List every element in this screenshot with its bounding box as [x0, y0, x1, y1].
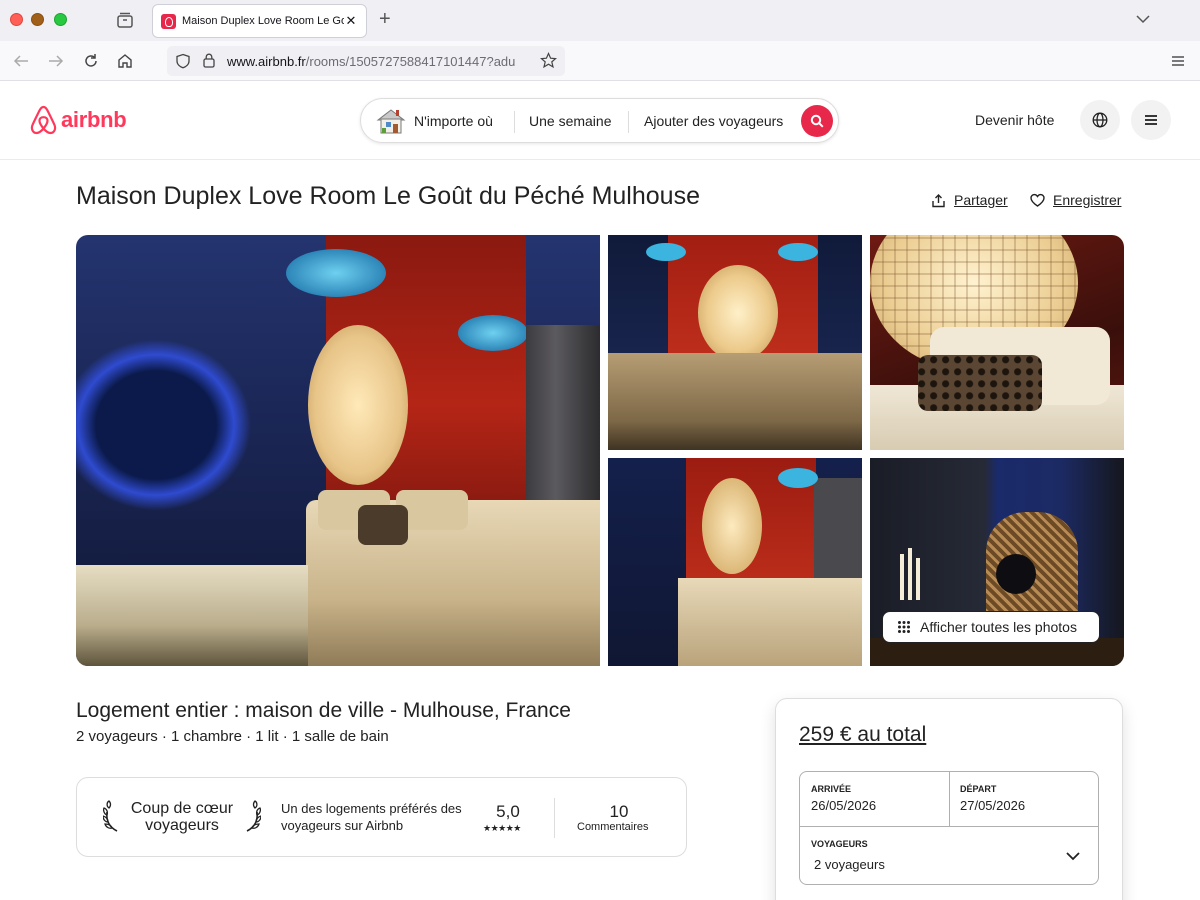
tab-title: Maison Duplex Love Room Le Goût du Péché…: [182, 15, 344, 27]
guest-favorite-description: Un des logements préférés des voyageurs …: [281, 801, 462, 833]
guests-label: VOYAGEURS: [811, 839, 868, 849]
photo-detail: [908, 548, 912, 600]
show-all-photos-button[interactable]: Afficher toutes les photos: [882, 611, 1100, 643]
photo-detail: [678, 578, 862, 666]
banner-divider: [554, 798, 555, 838]
chevron-down-icon[interactable]: [1136, 12, 1150, 26]
checkout-value: 27/05/2026: [960, 798, 1026, 813]
share-button[interactable]: Partager: [931, 192, 1008, 208]
photo-detail: [358, 505, 408, 545]
window-zoom-button[interactable]: [54, 13, 67, 26]
show-all-photos-label: Afficher toutes les photos: [920, 619, 1077, 635]
browser-menu-icon[interactable]: [1171, 54, 1185, 68]
url-host: www.airbnb.fr: [227, 54, 306, 69]
back-arrow-icon[interactable]: [12, 52, 30, 70]
guest-favorite-title: Coup de cœur voyageurs: [130, 800, 234, 834]
total-price[interactable]: 259 € au total: [799, 723, 926, 747]
review-label[interactable]: Commentaires: [577, 821, 649, 833]
guests-value: 2 voyageurs: [814, 857, 885, 872]
become-host-link[interactable]: Devenir hôte: [975, 112, 1054, 128]
heart-icon: [1030, 193, 1045, 207]
listing-photo-3[interactable]: [870, 235, 1124, 450]
home-icon[interactable]: [116, 52, 134, 70]
globe-icon: [1092, 112, 1108, 128]
listing-type-heading: Logement entier : maison de ville - Mulh…: [76, 699, 571, 722]
window-minimize-button[interactable]: [31, 13, 44, 26]
search-bar[interactable]: N'importe où Une semaine Ajouter des voy…: [360, 98, 839, 143]
search-who[interactable]: Ajouter des voyageurs: [644, 113, 783, 129]
photo-detail: [916, 558, 920, 600]
lock-icon[interactable]: [201, 52, 217, 69]
share-label: Partager: [954, 192, 1008, 208]
photo-detail: [698, 265, 778, 361]
browser-tab-active[interactable]: Maison Duplex Love Room Le Goût du Péché…: [152, 4, 367, 38]
listing-details: 2 voyageurs · 1 chambre · 1 lit · 1 sall…: [76, 728, 389, 745]
search-divider: [628, 111, 629, 133]
chevron-down-icon[interactable]: [1066, 851, 1080, 861]
photo-detail: [646, 243, 686, 261]
url-path: /rooms/1505727588417101447?adu: [305, 54, 516, 69]
checkin-value: 26/05/2026: [811, 798, 877, 813]
language-button[interactable]: [1080, 100, 1120, 140]
browser-tab-bar: Maison Duplex Love Room Le Goût du Péché…: [0, 0, 1200, 41]
house-icon: [376, 109, 406, 134]
airbnb-logo[interactable]: airbnb: [29, 104, 127, 136]
logo-text: airbnb: [61, 107, 127, 132]
browser-nav-bar: www.airbnb.fr/rooms/1505727588417101447?…: [0, 41, 1200, 81]
search-divider: [514, 111, 515, 133]
window-close-button[interactable]: [10, 13, 23, 26]
forward-arrow-icon[interactable]: [47, 52, 65, 70]
menu-icon: [1145, 115, 1157, 125]
photo-detail: [286, 249, 386, 297]
checkout-label: DÉPART: [960, 784, 997, 794]
tab-overview-icon[interactable]: [116, 11, 134, 29]
listing-photo-4[interactable]: [608, 458, 862, 666]
save-label: Enregistrer: [1053, 192, 1122, 208]
rating-stars: ★★★★★: [483, 823, 521, 833]
booking-card: 259 € au total ARRIVÉE 26/05/2026 DÉPART…: [775, 698, 1123, 900]
user-menu-button[interactable]: [1131, 100, 1171, 140]
grid-icon: [898, 621, 910, 633]
search-icon: [810, 114, 824, 128]
rating-value: 5,0: [496, 802, 520, 821]
share-icon: [932, 193, 945, 207]
laurel-right-icon: [246, 800, 261, 832]
site-header: airbnb N'importe où Une semaine Ajouter …: [0, 81, 1200, 160]
reload-icon[interactable]: [82, 52, 100, 70]
photo-detail: [76, 565, 308, 666]
shield-icon[interactable]: [175, 53, 191, 69]
checkout-field[interactable]: DÉPART 27/05/2026: [949, 772, 1099, 827]
photo-detail: [996, 554, 1036, 594]
listing-photo-main[interactable]: [76, 235, 600, 666]
guest-favorite-banner[interactable]: Coup de cœur voyageurs Un des logements …: [76, 777, 687, 857]
search-when[interactable]: Une semaine: [529, 113, 612, 129]
listing-photo-2[interactable]: [608, 235, 862, 450]
bookmark-star-icon[interactable]: [540, 52, 557, 69]
photo-detail: [918, 355, 1042, 411]
photo-detail: [608, 353, 862, 450]
review-count[interactable]: 10: [601, 802, 637, 822]
save-button[interactable]: Enregistrer: [1030, 192, 1121, 208]
new-tab-button[interactable]: +: [379, 9, 391, 29]
photo-detail: [702, 478, 762, 574]
checkin-label: ARRIVÉE: [811, 784, 852, 794]
airbnb-favicon-icon: [161, 13, 176, 29]
address-bar[interactable]: www.airbnb.fr/rooms/1505727588417101447?…: [167, 46, 565, 76]
photo-detail: [900, 554, 904, 600]
photo-detail: [778, 243, 818, 261]
search-where[interactable]: N'importe où: [414, 113, 493, 129]
search-button[interactable]: [801, 105, 833, 137]
photo-detail: [778, 468, 818, 488]
url-text[interactable]: www.airbnb.fr/rooms/1505727588417101447?…: [227, 54, 533, 69]
photo-detail: [308, 325, 408, 485]
tab-close-icon[interactable]: ✕: [344, 13, 358, 29]
photo-detail: [458, 315, 528, 351]
booking-dates-guests: ARRIVÉE 26/05/2026 DÉPART 27/05/2026 VOY…: [799, 771, 1099, 885]
page-title: Maison Duplex Love Room Le Goût du Péché…: [76, 182, 700, 210]
checkin-field[interactable]: ARRIVÉE 26/05/2026: [800, 772, 950, 827]
guests-field[interactable]: VOYAGEURS 2 voyageurs: [800, 826, 1098, 884]
airbnb-logo-icon: [30, 105, 57, 135]
